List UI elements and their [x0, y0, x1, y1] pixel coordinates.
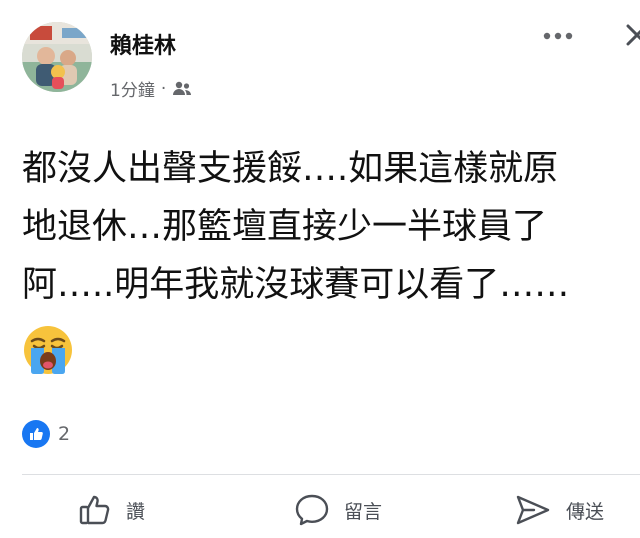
post-text-line: 地退休…那籃壇直接少一半球員了 [22, 207, 548, 247]
close-button[interactable] [616, 18, 640, 54]
author-name[interactable]: 賴桂林 [110, 28, 176, 60]
meta-separator: · [160, 78, 167, 99]
actions-divider [22, 474, 640, 475]
send-icon [516, 495, 550, 525]
post-time[interactable]: 1分鐘 [110, 76, 155, 101]
close-icon [626, 24, 640, 46]
reaction-count: 2 [58, 423, 71, 445]
more-options-button[interactable] [540, 22, 576, 50]
post-text: 都沒人出聲支援餒….如果這樣就原 地退休…那籃壇直接少一半球員了 阿…..明年我… [22, 140, 634, 314]
thumbs-up-icon [79, 495, 110, 525]
comment-button[interactable]: 留言 [294, 488, 382, 532]
more-options-icon [543, 32, 573, 40]
send-button[interactable]: 傳送 [514, 488, 604, 532]
post-text-line: 阿…..明年我就沒球賽可以看了…… [22, 265, 570, 305]
loudly-crying-face-emoji [22, 324, 74, 376]
like-icon [22, 420, 50, 448]
comment-icon [295, 494, 329, 526]
reactions-summary[interactable]: 2 [22, 420, 70, 448]
post-meta: 1分鐘 · [110, 76, 192, 101]
send-label: 傳送 [566, 500, 605, 523]
comment-label: 留言 [344, 500, 383, 523]
author-avatar[interactable] [22, 22, 92, 92]
avatar-photo [22, 22, 92, 92]
friends-icon [173, 81, 192, 95]
like-label: 讚 [126, 500, 146, 523]
post-text-line: 都沒人出聲支援餒….如果這樣就原 [22, 149, 559, 189]
like-button[interactable]: 讚 [78, 488, 145, 532]
